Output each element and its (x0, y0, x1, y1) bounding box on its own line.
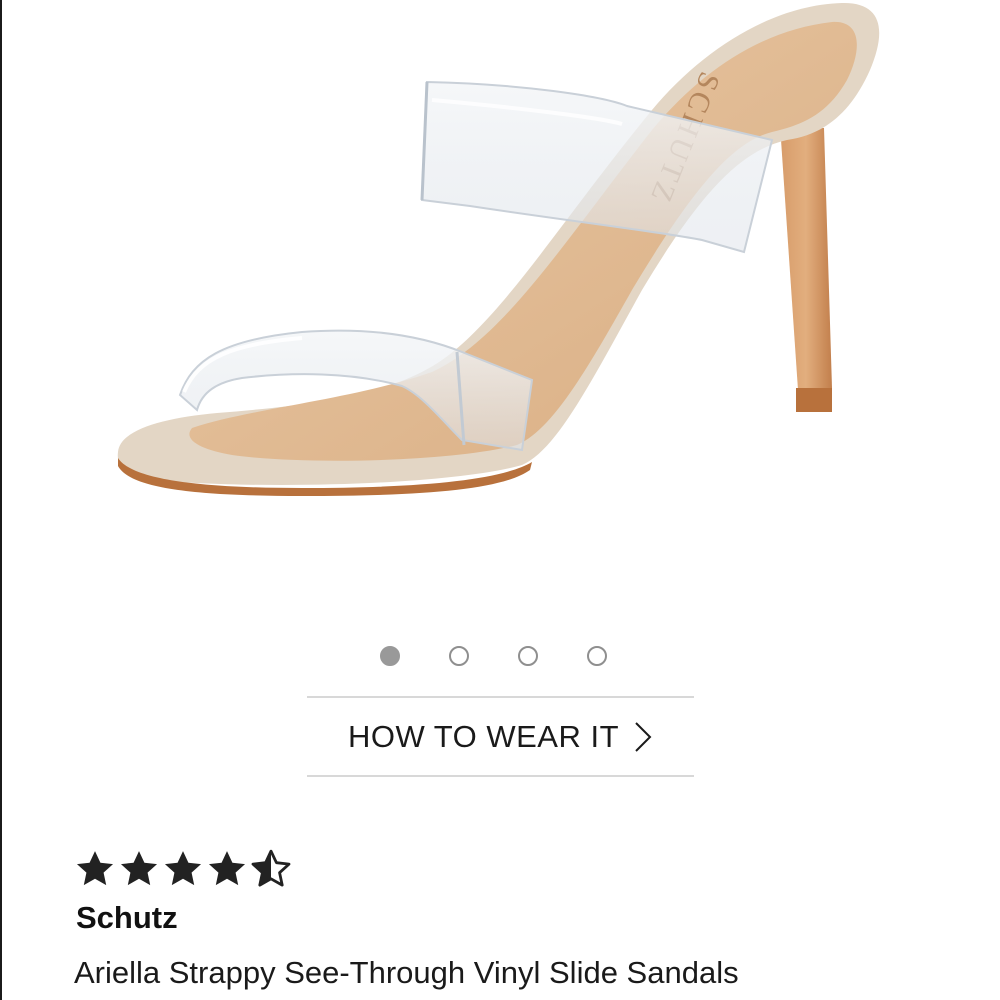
carousel-dot-4[interactable] (587, 646, 607, 666)
star-full-icon (164, 851, 202, 886)
star-half-icon (251, 849, 291, 887)
product-page: SCHUTZ HOW TO WEAR IT (0, 0, 1000, 1000)
carousel-dot-2[interactable] (449, 646, 469, 666)
product-name: Ariella Strappy See-Through Vinyl Slide … (74, 955, 739, 990)
chevron-right-icon (635, 721, 652, 752)
carousel-dot-3[interactable] (518, 646, 538, 666)
brand-name[interactable]: Schutz (76, 900, 178, 936)
how-to-wear-it-link[interactable]: HOW TO WEAR IT (307, 698, 694, 775)
how-to-wear-label: HOW TO WEAR IT (347, 718, 620, 754)
heel-tip (796, 388, 832, 412)
product-image[interactable]: SCHUTZ (2, 0, 1000, 620)
heel-shape (780, 125, 832, 390)
image-carousel-dots (380, 646, 607, 666)
star-rating[interactable] (74, 848, 292, 890)
divider-bottom (307, 775, 694, 777)
star-full-icon (208, 851, 246, 886)
carousel-dot-1[interactable] (380, 646, 400, 666)
star-full-icon (120, 851, 158, 886)
star-full-icon (76, 851, 114, 886)
sandal-illustration: SCHUTZ (117, 2, 880, 496)
